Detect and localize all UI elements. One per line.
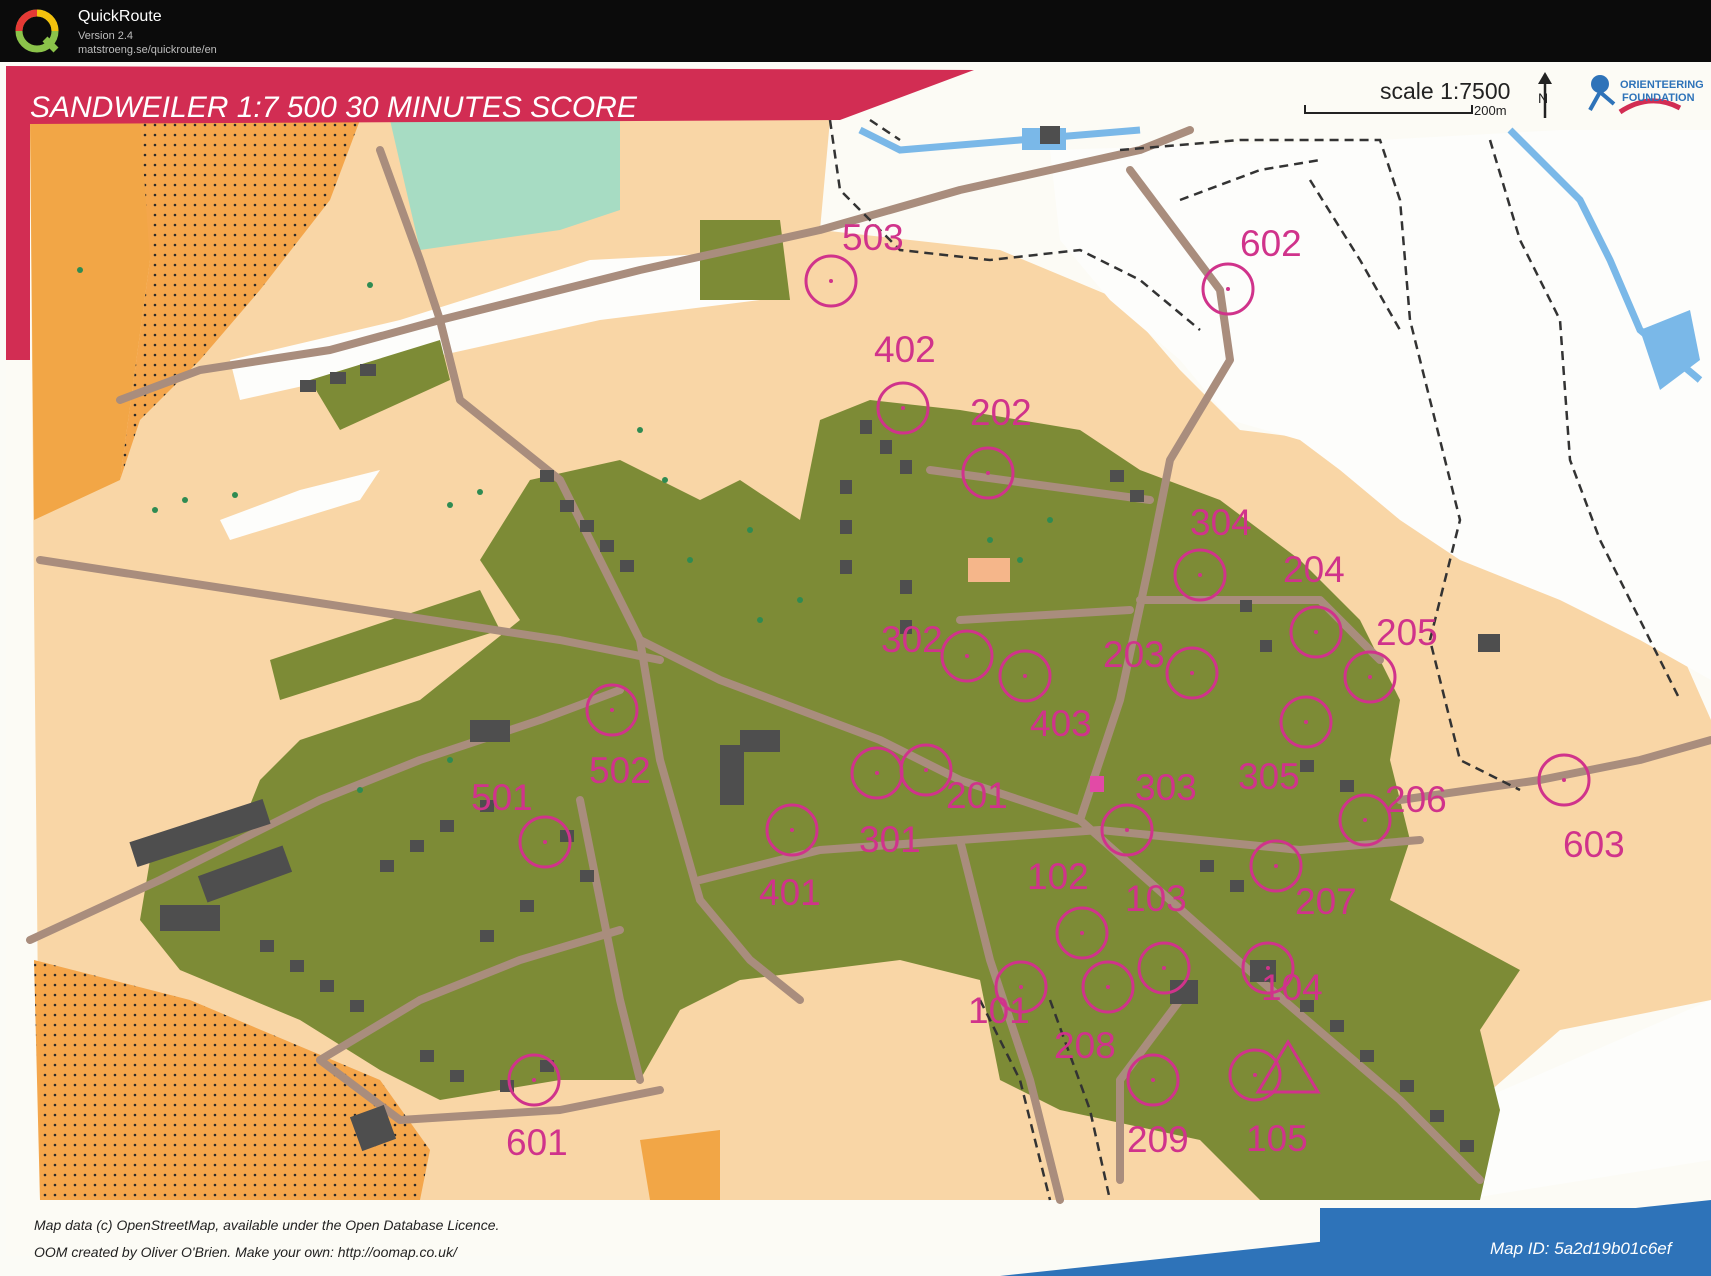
logo-text-line1: ORIENTEERING xyxy=(1620,79,1704,91)
control-number-105: 105 xyxy=(1246,1118,1308,1159)
control-number-304: 304 xyxy=(1190,502,1252,543)
control-center-209 xyxy=(1151,1078,1155,1082)
control-number-305: 305 xyxy=(1238,756,1300,797)
control-center-204 xyxy=(1314,630,1318,634)
control-number-302: 302 xyxy=(881,619,943,660)
control-center-302 xyxy=(965,654,969,658)
control-number-301: 301 xyxy=(859,819,921,860)
control-number-202: 202 xyxy=(970,392,1032,433)
control-number-102: 102 xyxy=(1027,856,1089,897)
control-center-304 xyxy=(1198,573,1202,577)
map-title: SANDWEILER 1:7 500 30 MINUTES SCORE xyxy=(30,91,638,124)
control-number-401: 401 xyxy=(759,872,821,913)
map-id: Map ID: 5a2d19b01c6ef xyxy=(1490,1239,1674,1258)
control-center-201 xyxy=(924,768,928,772)
control-center-205 xyxy=(1368,675,1372,679)
control-number-503: 503 xyxy=(842,217,904,258)
control-center-603 xyxy=(1562,778,1566,782)
control-center-208 xyxy=(1106,985,1110,989)
control-number-204: 204 xyxy=(1283,549,1345,590)
control-center-305 xyxy=(1304,720,1308,724)
control-number-603: 603 xyxy=(1563,824,1625,865)
control-center-403 xyxy=(1023,674,1027,678)
app-version: Version 2.4 xyxy=(78,30,134,42)
control-number-201: 201 xyxy=(946,775,1008,816)
control-number-203: 203 xyxy=(1103,634,1165,675)
rough-open-bottom xyxy=(640,1130,720,1200)
control-center-602 xyxy=(1226,287,1230,291)
control-number-209: 209 xyxy=(1127,1119,1189,1160)
control-center-102 xyxy=(1080,931,1084,935)
control-center-601 xyxy=(532,1078,536,1082)
control-number-501: 501 xyxy=(471,777,533,818)
control-center-105 xyxy=(1253,1073,1257,1077)
control-center-202 xyxy=(986,471,990,475)
control-number-602: 602 xyxy=(1240,223,1302,264)
scale-bar-label: 200m xyxy=(1474,103,1507,118)
control-center-203 xyxy=(1190,671,1194,675)
control-number-104: 104 xyxy=(1261,967,1323,1008)
sports-pitch xyxy=(968,558,1010,582)
control-number-208: 208 xyxy=(1054,1025,1116,1066)
control-center-103 xyxy=(1162,966,1166,970)
control-center-301 xyxy=(875,771,879,775)
control-number-403: 403 xyxy=(1030,703,1092,744)
control-number-101: 101 xyxy=(968,990,1030,1031)
control-center-501 xyxy=(543,840,547,844)
app-titlebar: QuickRoute Version 2.4 matstroeng.se/qui… xyxy=(0,0,1711,62)
control-center-402 xyxy=(901,406,905,410)
control-number-205: 205 xyxy=(1376,612,1438,653)
control-center-502 xyxy=(610,708,614,712)
logo-text-line2: FOUNDATION xyxy=(1622,92,1695,104)
control-number-601: 601 xyxy=(506,1122,568,1163)
control-center-206 xyxy=(1363,818,1367,822)
control-center-207 xyxy=(1274,864,1278,868)
scale-text: scale 1:7500 xyxy=(1380,78,1510,104)
quickroute-logo-icon xyxy=(15,9,59,53)
map-view[interactable]: SANDWEILER 1:7 500 30 MINUTES SCORE scal… xyxy=(0,62,1711,1276)
control-center-303 xyxy=(1125,828,1129,832)
control-number-303: 303 xyxy=(1135,767,1197,808)
settlement-top-strip xyxy=(700,220,790,300)
control-number-502: 502 xyxy=(589,750,651,791)
control-center-401 xyxy=(790,828,794,832)
control-number-402: 402 xyxy=(874,329,936,370)
footer-attribution-oom: OOM created by Oliver O'Brien. Make your… xyxy=(34,1244,459,1260)
app-url-link[interactable]: matstroeng.se/quickroute/en xyxy=(78,44,217,56)
control-number-103: 103 xyxy=(1125,878,1187,919)
control-center-101 xyxy=(1019,985,1023,989)
control-number-207: 207 xyxy=(1295,881,1357,922)
app-name: QuickRoute xyxy=(78,8,162,25)
control-center-503 xyxy=(829,279,833,283)
control-number-206: 206 xyxy=(1385,779,1447,820)
orienteering-map[interactable]: SANDWEILER 1:7 500 30 MINUTES SCORE scal… xyxy=(0,62,1711,1276)
forbidden-area xyxy=(1090,776,1104,792)
footer-attribution-osm: Map data (c) OpenStreetMap, available un… xyxy=(34,1217,499,1233)
north-label: N xyxy=(1538,90,1548,106)
